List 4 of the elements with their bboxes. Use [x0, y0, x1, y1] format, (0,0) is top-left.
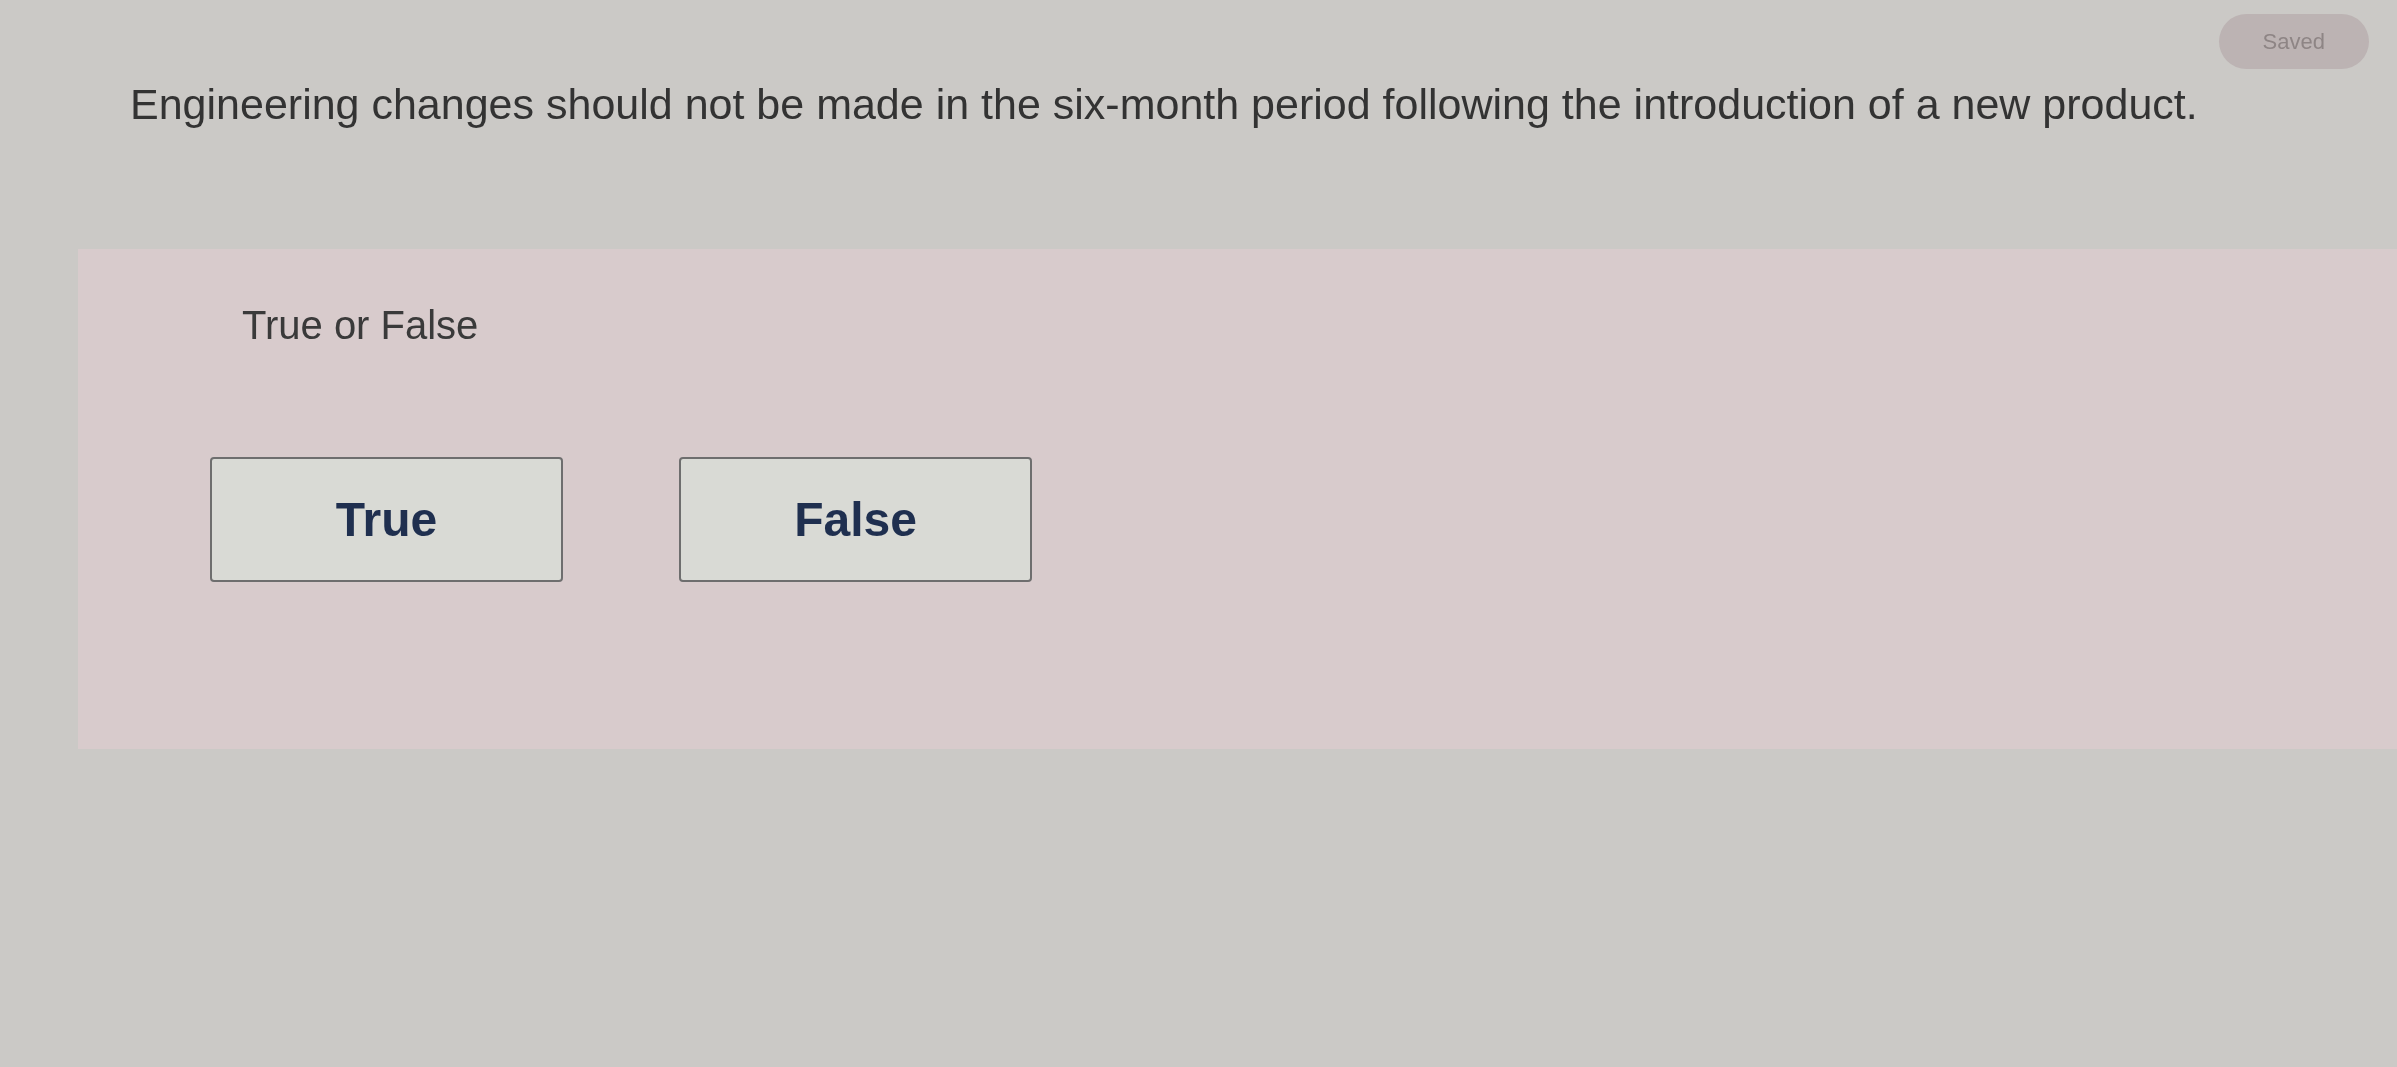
answer-option-button[interactable]: False	[679, 457, 1032, 582]
answer-option-button[interactable]: True	[210, 457, 563, 582]
question-text: Engineering changes should not be made in the six-month period following the introduction of a new product.	[130, 79, 2198, 130]
prompt-text: True or False	[242, 302, 479, 349]
